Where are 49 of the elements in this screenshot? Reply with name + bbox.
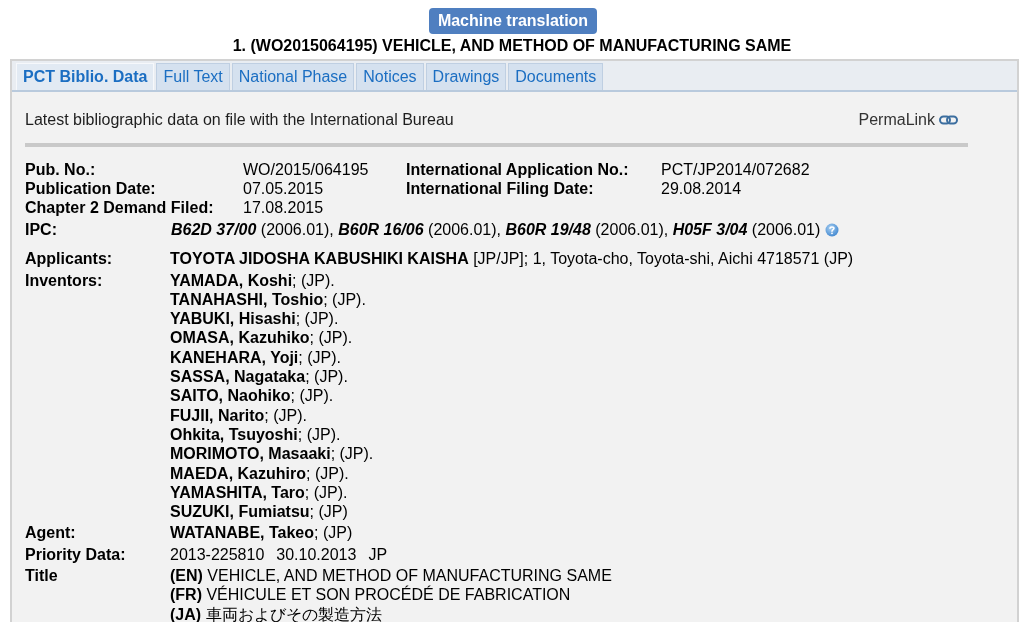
field-label: Pub. No.: — [25, 160, 97, 179]
inventor-entry: FUJII, Narito; (JP). — [170, 405, 307, 425]
permalink-link[interactable]: PermaLink — [858, 110, 958, 129]
inventor-entry: TANAHASHI, Toshio; (JP). — [170, 289, 366, 310]
title-entry: (EN) VEHICLE, AND METHOD OF MANUFACTURING SAME — [170, 566, 612, 585]
field-label: Title — [25, 566, 59, 587]
machine-translation-button[interactable]: Machine translation — [428, 8, 598, 34]
applicant-text: TOYOTA JIDOSHA KABUSHIKI KAISHA [JP/JP]; 1, Toyota-cho, Toyota-shi, Aichi 4718571 (JP) — [170, 249, 854, 269]
field-label: International Filing Date: — [406, 179, 595, 198]
inventor-entry: SASSA, Nagataka; (JP). — [170, 367, 348, 387]
field-label: International Application No.: — [406, 160, 630, 179]
tab[interactable]: National Phase — [231, 63, 355, 90]
priority-value: 30.10.2013 — [276, 544, 357, 565]
field-value: PCT/JP2014/072682 — [661, 160, 811, 179]
inventor-entry: SAITO, Naohiko; (JP). — [170, 386, 334, 406]
inventor-entry: MAEDA, Kazuhiro; (JP). — [170, 463, 349, 483]
intro-text: Latest bibliographic data on file with the International Bureau — [25, 110, 454, 129]
page-title: 1. (WO2015064195) VEHICLE, AND METHOD OF MANUFACTURING SAME — [232, 37, 792, 55]
inventor-entry: YAMADA, Koshi; (JP). — [170, 270, 335, 290]
field-label: IPC: — [25, 220, 58, 240]
inventor-entry: YAMASHITA, Taro; (JP). — [170, 482, 348, 503]
field-value: 17.08.2015 — [243, 198, 325, 217]
ipc-classes: B62D 37/00 (2006.01), B60R 16/06 (2006.01), B60R 19/48 (2006.01), H05F 3/04 (2006.01) — [171, 220, 821, 240]
inventor-entry: OMASA, Kazuhiko; (JP). — [170, 328, 353, 348]
inventor-entry: MORIMOTO, Masaaki; (JP). — [170, 444, 374, 464]
inventor-entry: SUZUKI, Fumiatsu; (JP) — [170, 502, 348, 522]
field-label: Priority Data: — [25, 544, 127, 565]
field-label: Agent: — [25, 523, 77, 543]
tab[interactable]: PCT Biblio. Data — [16, 63, 155, 90]
inventor-entry: Ohkita, Tsuyoshi; (JP). — [170, 424, 341, 445]
tab[interactable]: Documents — [508, 63, 604, 90]
field-label: Inventors: — [25, 270, 104, 291]
field-value: 07.05.2015 — [243, 179, 325, 198]
priority-value: 2013-225810 — [170, 544, 265, 565]
tab[interactable]: Drawings — [425, 63, 507, 90]
field-value: 29.08.2014 — [661, 179, 743, 198]
tab[interactable]: Notices — [356, 63, 424, 90]
field-label: Publication Date: — [25, 179, 157, 198]
field-label: Applicants: — [25, 249, 114, 269]
priority-value: JP — [368, 544, 388, 565]
link-icon — [939, 114, 958, 125]
field-label: Chapter 2 Demand Filed: — [25, 198, 215, 217]
inventor-entry: YABUKI, Hisashi; (JP). — [170, 309, 339, 329]
tab[interactable]: Full Text — [156, 63, 230, 90]
inventor-entry: KANEHARA, Yoji; (JP). — [170, 347, 341, 368]
title-entry: (FR) VÉHICULE ET SON PROCÉDÉ DE FABRICATION — [170, 585, 571, 605]
agent-entry: WATANABE, Takeo; (JP) — [170, 523, 353, 543]
field-value: WO/2015/064195 — [243, 160, 370, 179]
help-icon[interactable] — [825, 222, 840, 237]
